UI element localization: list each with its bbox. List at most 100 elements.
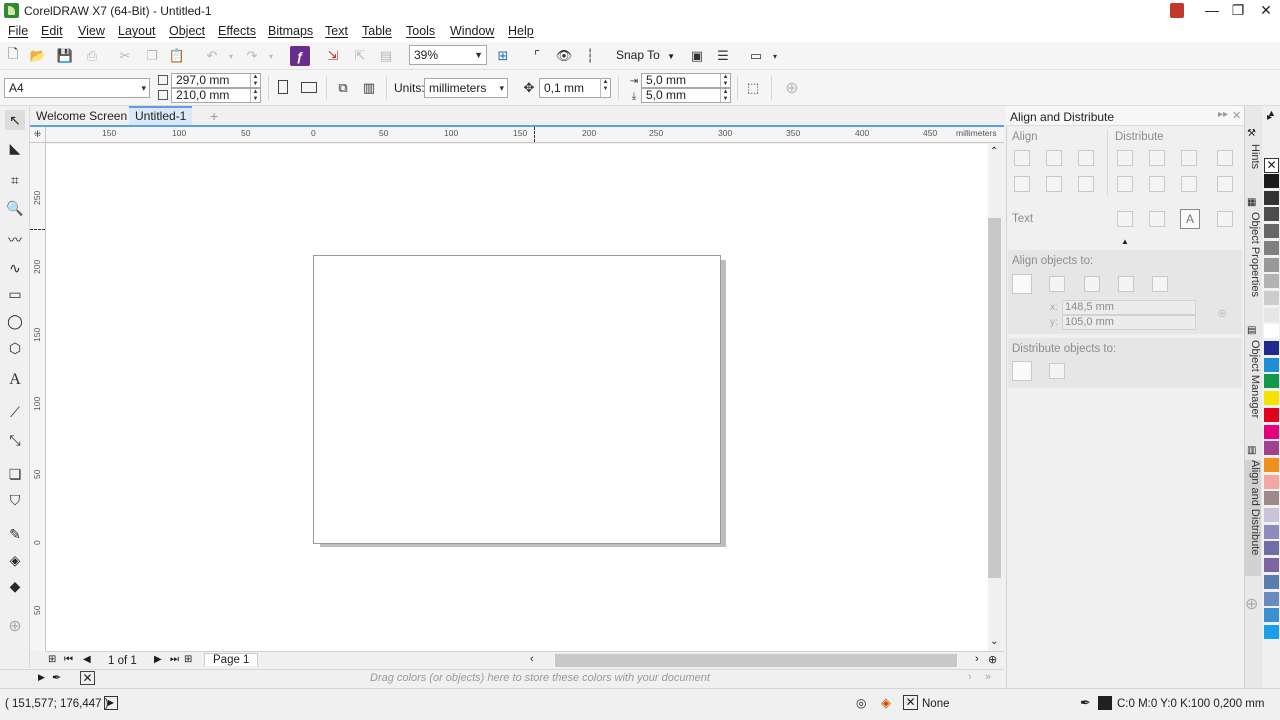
color-swatch[interactable]	[1264, 591, 1279, 607]
color-swatch[interactable]	[1264, 508, 1279, 523]
menu-tools[interactable]: Tools	[406, 24, 435, 38]
color-swatch[interactable]	[1264, 224, 1279, 240]
treat-as-filled-icon[interactable]: ⬚	[743, 78, 763, 98]
palette-no-color-icon[interactable]: ✕	[1264, 158, 1279, 173]
document-page[interactable]	[313, 255, 721, 544]
color-swatch[interactable]	[1264, 407, 1279, 423]
new-document-icon[interactable]: 🗋	[3, 46, 23, 66]
align-to-page-edge-icon[interactable]	[1049, 276, 1065, 292]
all-pages-icon[interactable]: ⧉	[333, 78, 353, 98]
distribute-center-icon[interactable]	[1149, 150, 1165, 166]
fill-none-swatch-icon[interactable]: ✕	[903, 695, 918, 710]
new-tab-plus-icon[interactable]: +	[204, 108, 224, 126]
user-account-icon[interactable]	[1170, 3, 1184, 18]
cut-icon[interactable]: ✂	[115, 46, 135, 66]
publish-pdf-icon[interactable]: ▤	[376, 46, 396, 66]
palette-eyedropper-icon[interactable]: ✒	[52, 671, 61, 684]
palette-flyout-icon[interactable]: ▸	[1267, 112, 1272, 123]
outline-pen-icon[interactable]: ✒	[1080, 695, 1091, 711]
smart-fill-icon[interactable]: ◆	[5, 576, 25, 596]
polygon-tool-icon[interactable]: ⬡	[5, 338, 25, 358]
distribute-vertical-spacing-icon[interactable]	[1181, 176, 1197, 192]
palette-scroll-end-icon[interactable]: »	[985, 671, 991, 683]
color-swatch[interactable]	[1264, 324, 1279, 340]
menu-file[interactable]: File	[8, 24, 28, 38]
color-swatch[interactable]	[1264, 240, 1279, 256]
scroll-up-icon[interactable]: ⌃	[990, 146, 998, 157]
duplicate-y-field[interactable]: 5,0 mm ▲ ▼	[641, 88, 731, 103]
color-swatch[interactable]	[1264, 441, 1279, 457]
status-expand-icon[interactable]: ▶	[104, 696, 118, 710]
distribute-right-icon[interactable]	[1217, 150, 1233, 166]
color-swatch[interactable]	[1264, 524, 1279, 540]
color-swatch[interactable]	[1264, 574, 1279, 590]
eyedropper-icon[interactable]: ✎	[5, 524, 25, 544]
units-select[interactable]: millimeters ▾	[424, 78, 508, 98]
color-swatch[interactable]	[1264, 624, 1279, 640]
text-first-line-baseline-icon[interactable]	[1117, 211, 1133, 227]
palette-scroll-right-icon[interactable]: ›	[968, 671, 972, 683]
nudge-spinner[interactable]: ▲ ▼	[600, 79, 610, 97]
rulers-icon[interactable]: ⌜	[527, 46, 547, 66]
dimension-tool-icon[interactable]: ⟋	[5, 402, 25, 422]
color-swatch[interactable]	[1264, 357, 1279, 373]
welcome-screen-icon[interactable]: ▣	[687, 46, 707, 66]
outline-color-swatch[interactable]	[1098, 696, 1112, 710]
zoom-level-select[interactable]: 39% ▼	[409, 45, 487, 65]
add-tool-icon[interactable]: ⊕	[5, 616, 25, 636]
menu-layout[interactable]: Layout	[118, 24, 156, 38]
zoom-tool-icon[interactable]: 🔍	[5, 198, 25, 218]
text-last-line-baseline-icon[interactable]	[1149, 211, 1165, 227]
search-content-icon[interactable]: ƒ	[290, 46, 310, 66]
docker-collapse-icon[interactable]: ▸▸	[1218, 109, 1228, 120]
color-proof-icon[interactable]: ◎	[856, 696, 866, 710]
color-swatch[interactable]	[1264, 474, 1279, 490]
drop-shadow-icon[interactable]: ❏	[5, 464, 25, 484]
align-to-grid-icon[interactable]	[1118, 276, 1134, 292]
copy-icon[interactable]: ❐	[142, 46, 162, 66]
add-docker-icon[interactable]: ⊕	[1245, 594, 1258, 614]
menu-table[interactable]: Table	[362, 24, 392, 38]
side-tab-object-properties[interactable]: Object Properties	[1245, 212, 1261, 304]
side-tab-hints[interactable]: Hints	[1245, 144, 1261, 184]
color-swatch[interactable]	[1264, 391, 1279, 407]
color-swatch[interactable]	[1264, 558, 1279, 574]
paste-icon[interactable]: 📋	[167, 46, 187, 66]
scroll-left-icon[interactable]: ‹	[530, 653, 534, 665]
distribute-middle-icon[interactable]	[1149, 176, 1165, 192]
align-y-field[interactable]: 105,0 mm	[1062, 315, 1196, 330]
export-icon[interactable]: ⇱	[350, 46, 370, 66]
rectangle-tool-icon[interactable]: ▭	[5, 284, 25, 304]
add-icon[interactable]: ⊕	[782, 78, 802, 98]
redo-dropdown-icon[interactable]: ▾	[261, 46, 281, 66]
pick-point-icon[interactable]: ◎	[1218, 308, 1226, 319]
ellipse-tool-icon[interactable]: ◯	[5, 311, 25, 331]
color-swatch[interactable]	[1264, 608, 1279, 624]
launch-dropdown-icon[interactable]: ▾	[765, 46, 785, 66]
landscape-orientation-icon[interactable]	[301, 82, 317, 93]
menu-text[interactable]: Text	[325, 24, 348, 38]
menu-effects[interactable]: Effects	[218, 24, 256, 38]
print-icon[interactable]: ⎙	[82, 46, 102, 66]
color-swatch[interactable]	[1264, 174, 1279, 189]
menu-window[interactable]: Window	[450, 24, 494, 38]
redo-icon[interactable]: ↷	[242, 46, 262, 66]
align-to-page-center-icon[interactable]	[1084, 276, 1100, 292]
transparency-tool-icon[interactable]: ⛉	[5, 490, 25, 510]
align-center-horizontal-icon[interactable]	[1046, 150, 1062, 166]
save-icon[interactable]: 💾	[55, 46, 75, 66]
no-color-swatch-icon[interactable]: ✕	[80, 671, 95, 685]
text-bounding-box-icon[interactable]: A	[1180, 209, 1200, 229]
snap-to-menu[interactable]: Snap To ▼	[616, 48, 675, 62]
tab-untitled-1[interactable]: Untitled-1	[129, 106, 193, 126]
color-swatch[interactable]	[1264, 541, 1279, 557]
text-tool-icon[interactable]: A	[5, 370, 25, 390]
zoom-navigator-icon[interactable]: ⊕	[988, 653, 997, 666]
color-swatch[interactable]	[1264, 457, 1279, 473]
fill-icon[interactable]: ◈	[881, 695, 891, 711]
horizontal-ruler[interactable]: 150 100 50 0 50 100 150 200 250 300 350 …	[46, 127, 1004, 143]
align-bottom-icon[interactable]	[1078, 176, 1094, 192]
page-tab-page-1[interactable]: Page 1	[204, 653, 259, 666]
color-swatch[interactable]	[1264, 290, 1279, 306]
nudge-distance-field[interactable]: 0,1 mm ▲ ▼	[539, 78, 611, 98]
